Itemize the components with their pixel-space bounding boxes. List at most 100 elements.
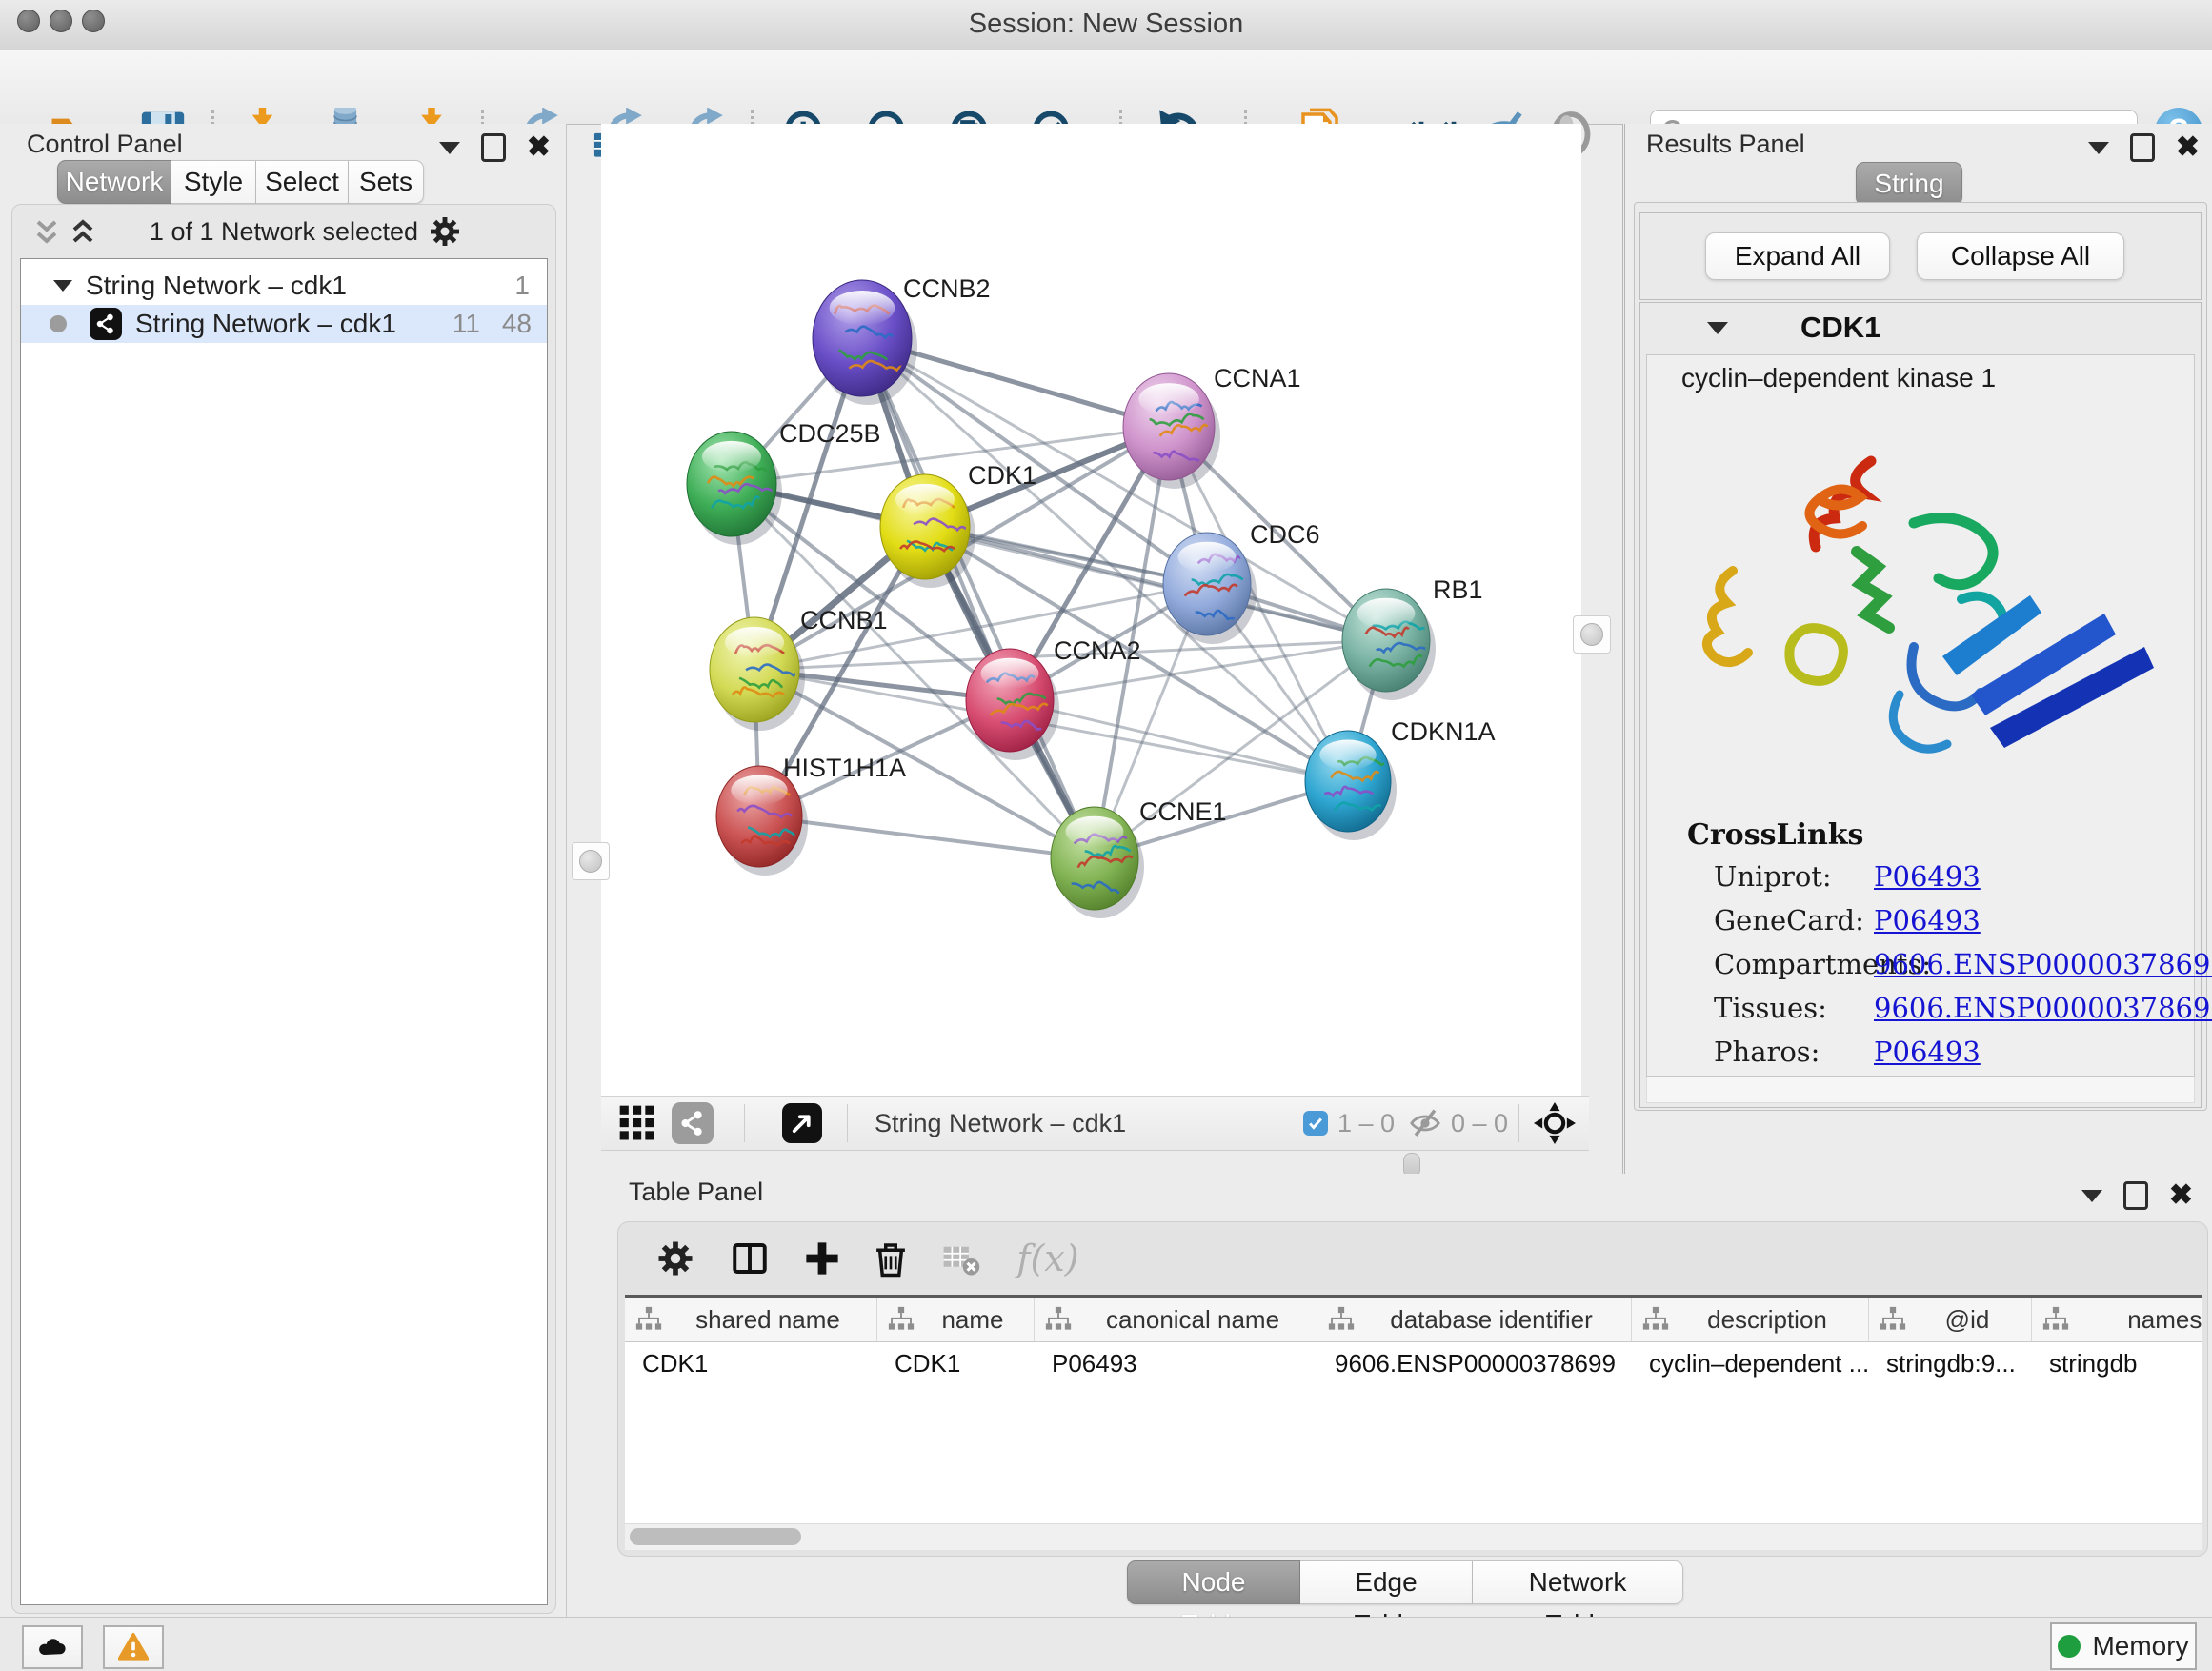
tab-network-table[interactable]: Network Table — [1473, 1560, 1683, 1604]
collapse-all-button[interactable]: Collapse All — [1917, 232, 2124, 280]
main-toolbar: ? — [0, 50, 2212, 125]
network-view-toolbar: String Network – cdk1 1 – 0 0 – 0 — [601, 1096, 1589, 1151]
table-cell[interactable]: stringdb:9... — [1869, 1342, 2032, 1384]
collection-expander-icon[interactable] — [53, 280, 72, 292]
right-splitter-handle[interactable] — [1573, 615, 1611, 654]
memory-button[interactable]: Memory — [2050, 1622, 2197, 1670]
node-label-CCNE1: CCNE1 — [1139, 797, 1227, 826]
network-node-CCNA2[interactable] — [966, 649, 1059, 760]
node-label-CDC6: CDC6 — [1250, 520, 1320, 549]
entry-expander-icon[interactable] — [1707, 322, 1728, 334]
delete-column-button[interactable] — [866, 1234, 915, 1283]
network-view-title: String Network – cdk1 — [875, 1109, 1126, 1138]
network-node-CDK1[interactable] — [880, 474, 975, 588]
results-buttons-box: Expand All Collapse All — [1639, 212, 2202, 300]
selected-nodes-indicator[interactable]: 1 – 0 — [1303, 1097, 1395, 1150]
protein-structure-image — [1676, 409, 2171, 809]
network-row-selected[interactable]: String Network – cdk1 11 48 — [21, 305, 547, 343]
crosslink-link[interactable]: P06493 — [1874, 860, 1981, 893]
table-cell[interactable]: cyclin–dependent ... — [1632, 1342, 1869, 1384]
delete-table-button[interactable] — [936, 1234, 986, 1283]
control-panel-title: Control Panel — [27, 130, 183, 159]
table-cell[interactable]: CDK1 — [877, 1342, 1035, 1384]
table-cell[interactable]: P06493 — [1035, 1342, 1317, 1384]
results-panel: Results Panel ✖ String Expand All Collap… — [1622, 124, 2212, 1174]
node-label-CDKN1A: CDKN1A — [1391, 717, 1496, 746]
panel-close-icon[interactable]: ✖ — [2176, 136, 2200, 159]
sitemap-icon — [634, 1305, 663, 1334]
panel-float-icon[interactable] — [2130, 133, 2155, 162]
birds-eye-toggle[interactable] — [618, 1097, 656, 1150]
table-scrollbar[interactable] — [625, 1523, 2202, 1550]
table-cell[interactable]: stringdb — [2032, 1342, 2202, 1384]
network-node-CDKN1A[interactable] — [1305, 731, 1397, 840]
panel-float-icon[interactable] — [481, 133, 506, 162]
crosslink-link[interactable]: P06493 — [1874, 904, 1981, 936]
node-table-container: f(x) shared namenamecanonical namedataba… — [617, 1221, 2208, 1557]
network-selection-status: 1 of 1 Network selected — [12, 217, 555, 247]
node-label-RB1: RB1 — [1433, 575, 1483, 604]
expand-all-button[interactable]: Expand All — [1705, 232, 1890, 280]
table-header-row: shared namenamecanonical namedatabase id… — [625, 1298, 2202, 1342]
tab-string[interactable]: String — [1856, 162, 1962, 206]
tab-sets[interactable]: Sets — [349, 160, 424, 204]
crosslink-link[interactable]: 9606.ENSP00000378699 — [1874, 992, 2212, 1024]
table-cell[interactable]: CDK1 — [625, 1342, 877, 1384]
network-node-HIST1H1A[interactable] — [716, 766, 808, 876]
current-network-dot — [50, 315, 67, 332]
network-node-RB1[interactable] — [1342, 589, 1436, 700]
network-style-badge[interactable] — [672, 1097, 714, 1150]
warnings-button[interactable] — [103, 1625, 164, 1669]
table-scrollbar-thumb[interactable] — [630, 1528, 801, 1545]
network-node-CDC25B[interactable] — [687, 432, 782, 545]
network-node-CCNB2[interactable] — [813, 280, 917, 405]
column-header-description[interactable]: description — [1632, 1298, 1869, 1341]
panel-close-icon[interactable]: ✖ — [2169, 1184, 2193, 1207]
crosslink-label: Pharos: — [1714, 1036, 1820, 1068]
tab-select[interactable]: Select — [256, 160, 349, 204]
column-header-namespace[interactable]: namespace — [2032, 1298, 2202, 1341]
crosshair-icon — [1534, 1102, 1576, 1144]
network-collection-row[interactable]: String Network – cdk1 1 — [21, 267, 547, 305]
tab-node-table[interactable]: Node Table — [1127, 1560, 1300, 1604]
tab-edge-table[interactable]: Edge Table — [1300, 1560, 1473, 1604]
table-settings-button[interactable] — [651, 1234, 700, 1283]
panel-menu-icon[interactable] — [2081, 1190, 2102, 1202]
cdk1-entry-body: cyclin–dependent kinase 1 — [1646, 354, 2195, 1077]
entry-description: cyclin–dependent kinase 1 — [1681, 363, 1996, 393]
crosslink-link[interactable]: 9606.ENSP00000378699 — [1874, 948, 2212, 980]
open-in-window-button[interactable] — [782, 1097, 822, 1150]
node-label-CDK1: CDK1 — [968, 461, 1036, 490]
show-columns-button[interactable] — [725, 1234, 774, 1283]
gear-icon[interactable] — [428, 214, 462, 249]
panel-menu-icon[interactable] — [2088, 142, 2109, 154]
cloud-status-button[interactable] — [22, 1625, 83, 1669]
columns-icon — [730, 1238, 770, 1278]
network-graph[interactable]: CCNB2CCNA1CDC25BCDK1CDC6RB1CCNB1CCNA2CDK… — [601, 124, 1581, 1096]
network-node-CCNE1[interactable] — [1051, 807, 1144, 918]
column-header-database-identifier[interactable]: database identifier — [1317, 1298, 1632, 1341]
toolbar-separator — [744, 1104, 745, 1142]
table-row[interactable]: CDK1CDK1P064939606.ENSP00000378699cyclin… — [625, 1342, 2202, 1384]
column-header-canonical-name[interactable]: canonical name — [1035, 1298, 1317, 1341]
crosslink-link[interactable]: P06493 — [1874, 1036, 1981, 1068]
panel-menu-icon[interactable] — [439, 142, 460, 154]
panel-close-icon[interactable]: ✖ — [527, 136, 551, 159]
hidden-indicator[interactable]: 0 – 0 — [1409, 1097, 1508, 1150]
column-header-shared-name[interactable]: shared name — [625, 1298, 877, 1341]
table-cell[interactable]: 9606.ENSP00000378699 — [1317, 1342, 1632, 1384]
panel-float-icon[interactable] — [2123, 1181, 2148, 1210]
network-node-CCNA1[interactable] — [1123, 373, 1220, 489]
left-splitter-handle[interactable] — [572, 842, 610, 880]
tab-network[interactable]: Network — [57, 160, 171, 204]
cdk1-entry-header[interactable]: CDK1 — [1640, 303, 2201, 352]
center-view-button[interactable] — [1534, 1097, 1576, 1150]
function-builder-button[interactable]: f(x) — [1005, 1234, 1091, 1283]
results-scrollbar[interactable] — [1646, 1077, 2195, 1103]
column-header--id[interactable]: @id — [1869, 1298, 2032, 1341]
column-header-name[interactable]: name — [877, 1298, 1035, 1341]
add-column-button[interactable] — [797, 1234, 847, 1283]
results-panel-tabs: String — [1856, 162, 1962, 206]
tab-style[interactable]: Style — [171, 160, 256, 204]
network-node-CCNB1[interactable] — [710, 617, 805, 731]
